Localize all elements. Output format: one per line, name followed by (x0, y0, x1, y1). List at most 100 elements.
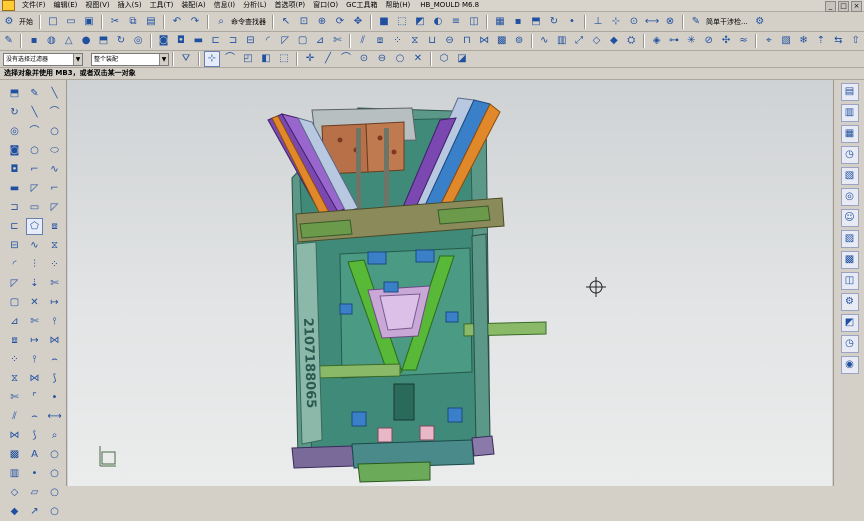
offset-icon[interactable]: ⧈ (6, 332, 23, 349)
pattern-icon[interactable]: ⁘ (390, 33, 405, 49)
chamfer-icon[interactable]: ◸ (278, 33, 293, 49)
line-icon[interactable]: ╲ (26, 104, 43, 121)
extrude-icon[interactable]: ⬒ (96, 33, 111, 49)
find-command-label[interactable]: 命令查找器 (231, 17, 266, 27)
interference-icon[interactable]: ⊗ (662, 14, 678, 30)
spline-icon[interactable]: ∿ (26, 237, 43, 254)
lifter-icon[interactable]: ⇧ (848, 33, 863, 49)
patch-icon[interactable]: ▩ (6, 446, 23, 463)
line-snap-icon[interactable]: ╱ (320, 51, 336, 67)
menu-item[interactable]: 编辑(E) (50, 0, 82, 11)
zoom-icon[interactable]: ⊕ (314, 14, 330, 30)
chamfer-icon[interactable]: ◸ (6, 275, 23, 292)
circle-icon[interactable]: ○ (46, 123, 63, 140)
tube-icon[interactable]: ⊚ (511, 33, 526, 49)
process-icon[interactable]: ⚙ (840, 293, 859, 311)
intersect-snap-icon[interactable]: ✕ (410, 51, 426, 67)
paste-icon[interactable]: ▤ (143, 14, 159, 30)
bridge-icon[interactable]: ⌢ (46, 351, 63, 368)
menu-item[interactable]: GC工具箱 (342, 0, 381, 11)
pattern-icon[interactable]: ⁘ (6, 351, 23, 368)
break-icon[interactable]: ⫯ (26, 351, 43, 368)
body-icon[interactable]: ◆ (6, 503, 23, 520)
menu-item[interactable]: 分析(L) (239, 0, 270, 11)
graphics-viewport[interactable]: 2107188065 (68, 80, 832, 486)
menu-item[interactable]: 窗口(O) (309, 0, 342, 11)
boss-icon[interactable]: ◙ (6, 142, 23, 159)
visualization-icon[interactable]: ◫ (840, 272, 859, 290)
reference-icon[interactable]: ⌖ (761, 33, 776, 49)
datum-plane-icon[interactable]: ▱ (26, 484, 43, 501)
chamfer-icon[interactable]: ◸ (46, 199, 63, 216)
quadrant-snap-icon[interactable]: ○ (392, 51, 408, 67)
restore-icon[interactable]: □ (838, 1, 849, 12)
menu-item[interactable]: 帮助(H) (381, 0, 414, 11)
block-icon[interactable]: ▪ (510, 14, 526, 30)
find-command-icon[interactable]: ⌕ (213, 14, 229, 30)
pocket-icon[interactable]: ◘ (6, 161, 23, 178)
arc-icon[interactable]: ⌒ (26, 123, 43, 140)
history-icon[interactable]: ◷ (840, 335, 859, 353)
sketch-icon[interactable]: ✎ (1, 33, 16, 49)
part-nav-icon[interactable]: ▥ (840, 104, 859, 122)
select-cursor-icon[interactable]: ⊹ (204, 51, 220, 67)
menu-item[interactable]: 装配(A) (177, 0, 209, 11)
history-icon[interactable]: ◷ (840, 146, 859, 164)
intersect-curve-icon[interactable]: ✕ (26, 294, 43, 311)
break-icon[interactable]: ⫯ (46, 313, 63, 330)
block-icon[interactable]: ▪ (26, 33, 41, 49)
save-icon[interactable]: ▣ (81, 14, 97, 30)
mold-model[interactable]: 2107188065 (68, 80, 832, 486)
body-icon[interactable]: ◆ (606, 33, 621, 49)
assembly-scope-select[interactable]: 整个装配 (91, 52, 169, 66)
line-icon[interactable]: ╲ (46, 85, 63, 102)
palette-icon[interactable]: ▨ (840, 230, 859, 248)
circle-icon[interactable]: ○ (46, 446, 63, 463)
split-icon[interactable]: ⫽ (6, 408, 23, 425)
slider-icon[interactable]: ⇆ (831, 33, 846, 49)
body-rule-icon[interactable]: ◧ (258, 51, 274, 67)
curve-rule-icon[interactable]: ⌒ (222, 51, 238, 67)
analysis-icon[interactable]: ⌕ (46, 427, 63, 444)
cut-icon[interactable]: ✂ (107, 14, 123, 30)
datum-icon[interactable]: ⊥ (590, 14, 606, 30)
sew-icon[interactable]: ⋈ (6, 427, 23, 444)
wave-icon[interactable]: ≈ (736, 33, 751, 49)
circle-icon[interactable]: ○ (46, 465, 63, 482)
mirror-icon[interactable]: ⧖ (407, 33, 422, 49)
circle-icon[interactable]: ○ (26, 142, 43, 159)
minimize-icon[interactable]: _ (825, 1, 836, 12)
rotate-icon[interactable]: ⟳ (332, 14, 348, 30)
move-icon[interactable]: ✣ (718, 33, 733, 49)
chamfer-icon[interactable]: ◸ (26, 180, 43, 197)
copy-icon[interactable]: ⧉ (125, 14, 141, 30)
intersect-icon[interactable]: ⊓ (459, 33, 474, 49)
rib-icon[interactable]: ⊟ (6, 237, 23, 254)
shaded-icon[interactable]: ■ (376, 14, 392, 30)
scale-icon[interactable]: ⤢ (571, 33, 586, 49)
web-icon[interactable]: ◎ (840, 188, 859, 206)
cube-view-icon[interactable]: ⬡ (436, 51, 452, 67)
fillet-icon[interactable]: ⌐ (26, 161, 43, 178)
box-icon[interactable]: ▦ (492, 14, 508, 30)
shell-icon[interactable]: ▢ (295, 33, 310, 49)
open-file-icon[interactable]: ▭ (63, 14, 79, 30)
join-icon[interactable]: ⋈ (46, 332, 63, 349)
blend-icon[interactable]: ◜ (6, 256, 23, 273)
arc-icon[interactable]: ⌒ (46, 104, 63, 121)
pad-icon[interactable]: ▬ (191, 33, 206, 49)
face-icon[interactable]: ◇ (6, 484, 23, 501)
cooling-icon[interactable]: ❄ (796, 33, 811, 49)
fit-view-icon[interactable]: ⊡ (296, 14, 312, 30)
menu-item[interactable]: 信息(I) (210, 0, 240, 11)
cylinder-icon[interactable]: ◍ (44, 33, 59, 49)
offset-curve-icon[interactable]: ⫶ (26, 256, 43, 273)
menu-item[interactable]: 首选项(P) (270, 0, 309, 11)
ejector-icon[interactable]: ⇡ (813, 33, 828, 49)
rendering-icon[interactable]: ◩ (840, 314, 859, 332)
snap-icon[interactable]: ⊙ (626, 14, 642, 30)
mirror-icon[interactable]: ⧖ (6, 370, 23, 387)
layer-icon[interactable]: ≡ (448, 14, 464, 30)
constraint-nav-icon[interactable]: ▦ (840, 125, 859, 143)
point-icon[interactable]: • (46, 389, 63, 406)
